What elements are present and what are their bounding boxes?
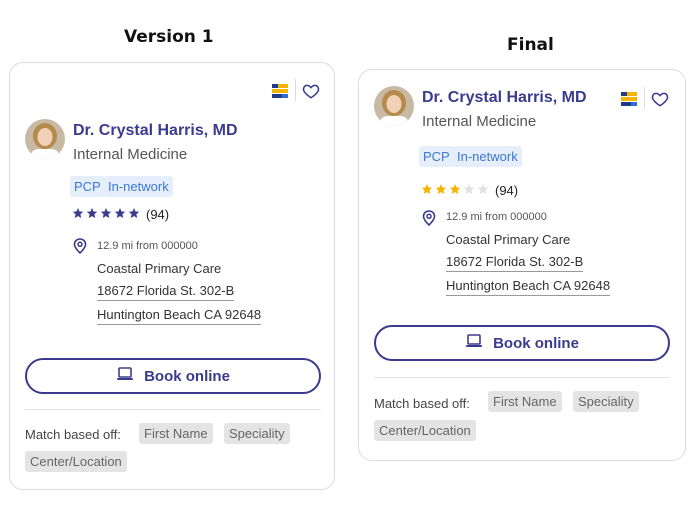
match-chip-speciality: Speciality: [224, 423, 290, 444]
star-icon: [86, 207, 98, 222]
match-chip-first-name: First Name: [139, 423, 213, 444]
divider: [374, 377, 670, 378]
review-count: (94): [146, 207, 170, 222]
star-icon: [463, 183, 475, 198]
star-icon: [477, 183, 489, 198]
version-1-title: Version 1: [124, 27, 214, 47]
address-line-2[interactable]: Huntington Beach CA 92648: [446, 278, 611, 296]
book-online-button[interactable]: Book online: [25, 358, 321, 394]
book-online-button[interactable]: Book online: [374, 325, 670, 361]
favorite-heart-icon[interactable]: [651, 90, 669, 113]
match-chip-center-location: Center/Location: [25, 451, 127, 472]
tag-pcp: PCP: [70, 176, 105, 197]
tag-pcp: PCP: [419, 146, 454, 167]
location-name: Coastal Primary Care: [97, 261, 222, 276]
star-icon: [421, 183, 433, 198]
avatar: [25, 119, 65, 159]
star-icon: [114, 207, 126, 222]
doctor-name[interactable]: Dr. Crystal Harris, MD: [73, 122, 238, 140]
location-name: Coastal Primary Care: [446, 232, 571, 247]
final-title: Final: [507, 35, 554, 55]
tag-in-network: In-network: [104, 176, 173, 197]
divider: [644, 87, 645, 109]
address-line-1[interactable]: 18672 Florida St. 302-B: [446, 254, 584, 272]
favorite-heart-icon[interactable]: [302, 82, 320, 105]
distance: 12.9 mi from 000000: [97, 240, 198, 252]
rating-stars: (94): [72, 207, 169, 222]
book-online-label: Book online: [144, 367, 230, 385]
match-chip-first-name: First Name: [488, 391, 562, 412]
address-line-2[interactable]: Huntington Beach CA 92648: [97, 307, 262, 325]
star-icon: [128, 207, 140, 222]
star-icon: [449, 183, 461, 198]
rating-stars: (94): [421, 183, 518, 198]
network-logo-icon: [272, 83, 288, 104]
match-chip-speciality: Speciality: [573, 391, 639, 412]
location-pin-icon: [422, 210, 436, 231]
divider: [295, 79, 296, 101]
star-icon: [435, 183, 447, 198]
laptop-icon: [116, 366, 134, 386]
review-count: (94): [495, 183, 519, 198]
match-label: Match based off:: [25, 427, 121, 442]
laptop-icon: [465, 333, 483, 353]
avatar: [374, 86, 414, 126]
star-icon: [72, 207, 84, 222]
book-online-label: Book online: [493, 334, 579, 352]
tag-in-network: In-network: [453, 146, 522, 167]
star-icon: [100, 207, 112, 222]
address-line-1[interactable]: 18672 Florida St. 302-B: [97, 283, 235, 301]
specialty: Internal Medicine: [422, 113, 537, 130]
doctor-name[interactable]: Dr. Crystal Harris, MD: [422, 89, 587, 107]
distance: 12.9 mi from 000000: [446, 211, 547, 223]
network-logo-icon: [621, 91, 637, 112]
match-chip-center-location: Center/Location: [374, 420, 476, 441]
match-label: Match based off:: [374, 396, 470, 411]
provider-card-v1: Dr. Crystal Harris, MD Internal Medicine…: [9, 62, 335, 490]
specialty: Internal Medicine: [73, 146, 188, 163]
location-pin-icon: [73, 238, 87, 259]
divider: [25, 409, 321, 410]
provider-card-final: Dr. Crystal Harris, MD Internal Medicine…: [358, 69, 686, 461]
